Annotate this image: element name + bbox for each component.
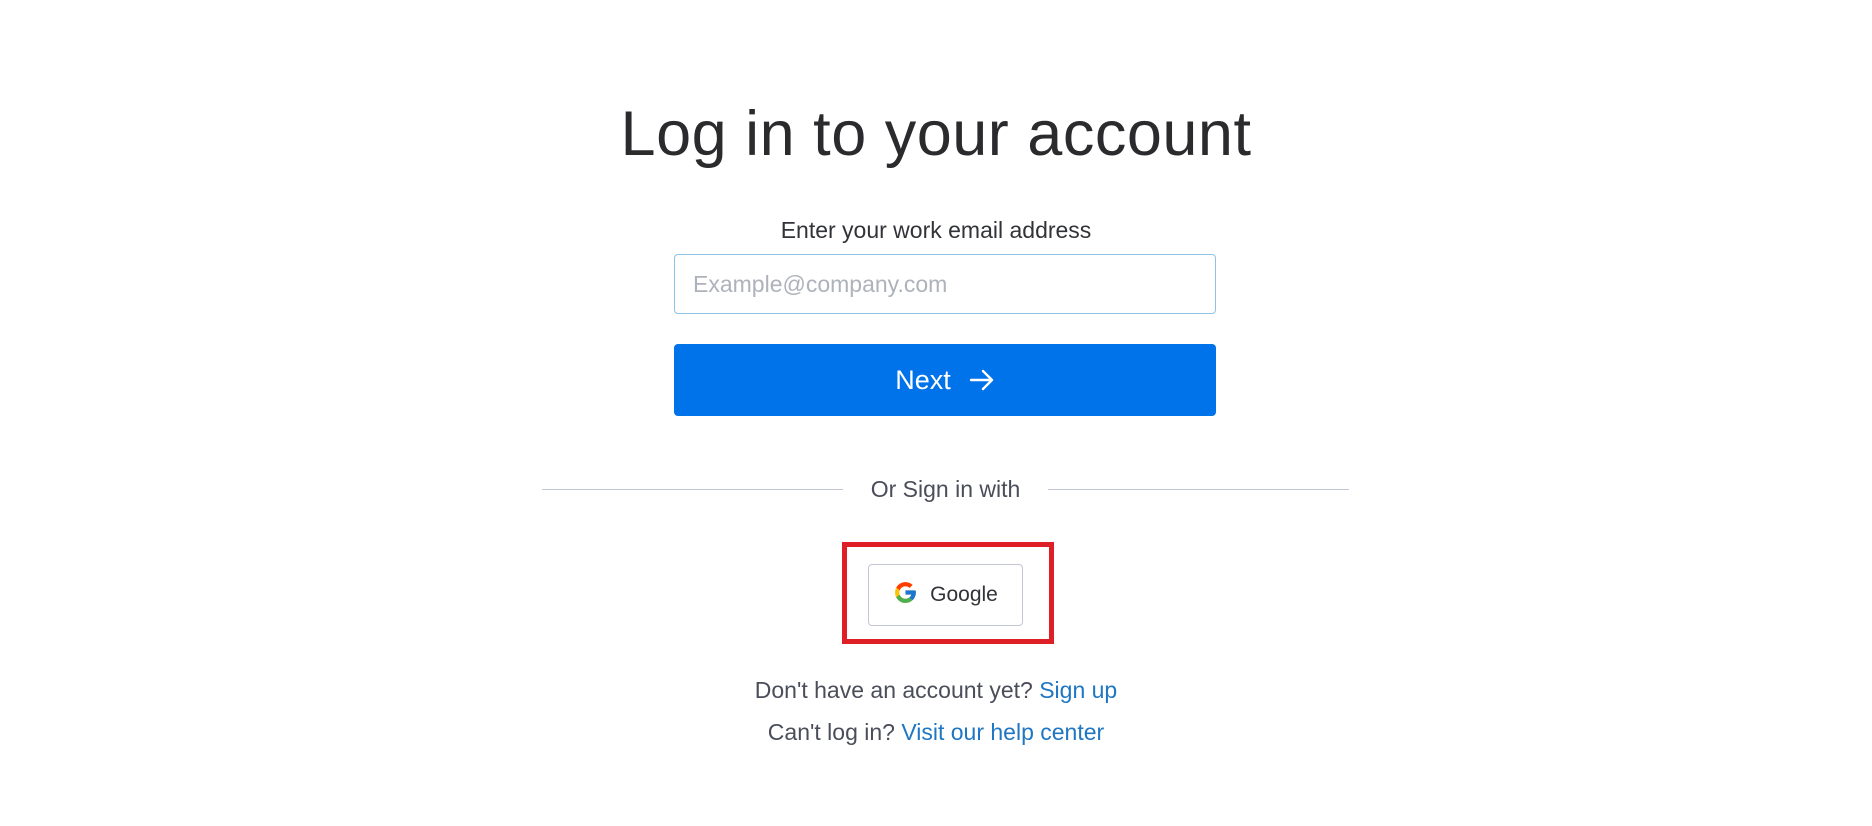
signup-row: Don't have an account yet? Sign up: [0, 676, 1872, 704]
page-title: Log in to your account: [620, 99, 1252, 169]
next-button-label: Next: [895, 364, 951, 395]
next-button[interactable]: Next: [674, 344, 1216, 416]
arrow-right-icon: [969, 369, 995, 391]
divider-line-left: [542, 489, 843, 490]
divider-line-right: [1048, 489, 1349, 490]
signup-prompt: Don't have an account yet?: [754, 677, 1033, 703]
email-label: Enter your work email address: [780, 217, 1092, 243]
help-prompt: Can't log in?: [767, 719, 895, 745]
google-logo-icon: [893, 580, 918, 611]
email-input[interactable]: [674, 254, 1216, 314]
sign-up-link[interactable]: Sign up: [1039, 677, 1117, 703]
help-row: Can't log in? Visit our help center: [0, 718, 1872, 746]
divider-text: Or Sign in with: [870, 476, 1021, 502]
google-button-label: Google: [930, 583, 998, 606]
google-sign-in-button[interactable]: Google: [868, 564, 1023, 626]
help-center-link[interactable]: Visit our help center: [901, 719, 1104, 745]
